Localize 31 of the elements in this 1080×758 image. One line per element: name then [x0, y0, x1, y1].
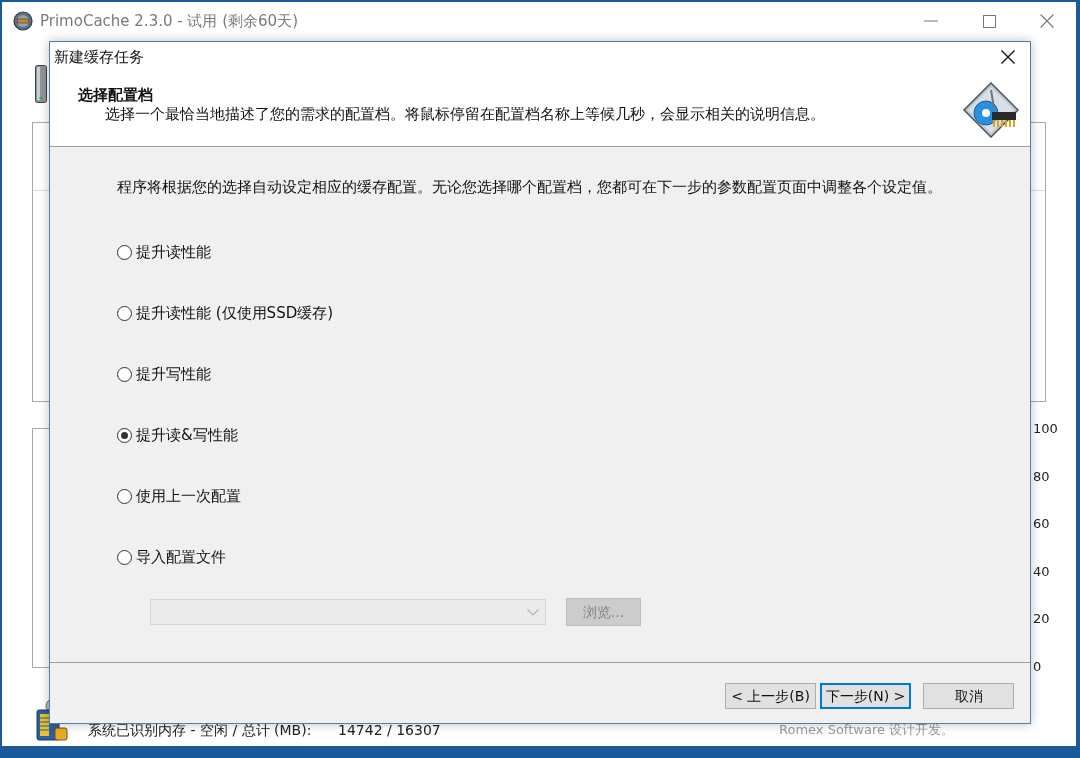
dialog-button[interactable]: < 上一步(B) [725, 683, 816, 709]
profile-radio[interactable]: 提升读性能 [117, 242, 211, 262]
dialog-title: 新建缓存任务 [54, 46, 144, 68]
profile-radio[interactable]: 提升读性能 (仅使用SSD缓存) [117, 303, 334, 323]
caret-icon [527, 608, 539, 616]
profile-radio[interactable]: 使用上一次配置 [117, 486, 241, 506]
maximize-icon [982, 14, 996, 28]
dialog-button[interactable]: 下一步(N) > [820, 683, 911, 709]
page-heading: 选择配置档 [78, 86, 153, 104]
dialog-button[interactable]: 取消 [923, 683, 1014, 709]
axis-label: 0 [1033, 658, 1043, 675]
memory-label: 系统已识别内存 - 空闲 / 总计 (MB): [88, 721, 313, 739]
axis-label: 60 [1033, 516, 1051, 533]
profile-radio[interactable]: 提升写性能 [117, 364, 211, 384]
axis-label: 20 [1033, 611, 1051, 628]
window-title: PrimoCache 2.3.0 - 试用 (剩余60天) [40, 10, 298, 32]
page-description: 选择一个最恰当地描述了您的需求的配置档。将鼠标停留在配置档名称上等候几秒，会显示相关的说明信息。 [105, 105, 825, 123]
memory-value: 14742 / 16307 [338, 721, 442, 739]
drive-icon [35, 65, 47, 103]
axis-label: 100 [1033, 421, 1058, 437]
close-icon [1040, 14, 1054, 28]
axis-label: 40 [1033, 563, 1051, 580]
axis-label: 80 [1033, 468, 1051, 485]
profile-radio[interactable]: 导入配置文件 [117, 547, 226, 567]
minimize-icon [924, 20, 938, 22]
close-icon [1001, 50, 1015, 64]
drive-chip-icon [962, 82, 1020, 138]
app-icon [13, 11, 33, 31]
intro-text: 程序将根据您的选择自动设定相应的缓存配置。无论您选择哪个配置档，您都可在下一步的参数配置页面中调整各个设定值。 [117, 177, 942, 198]
profile-radio[interactable]: 提升读&写性能 [117, 425, 238, 445]
credit-text: Romex Software 设计开发。 [779, 721, 955, 739]
